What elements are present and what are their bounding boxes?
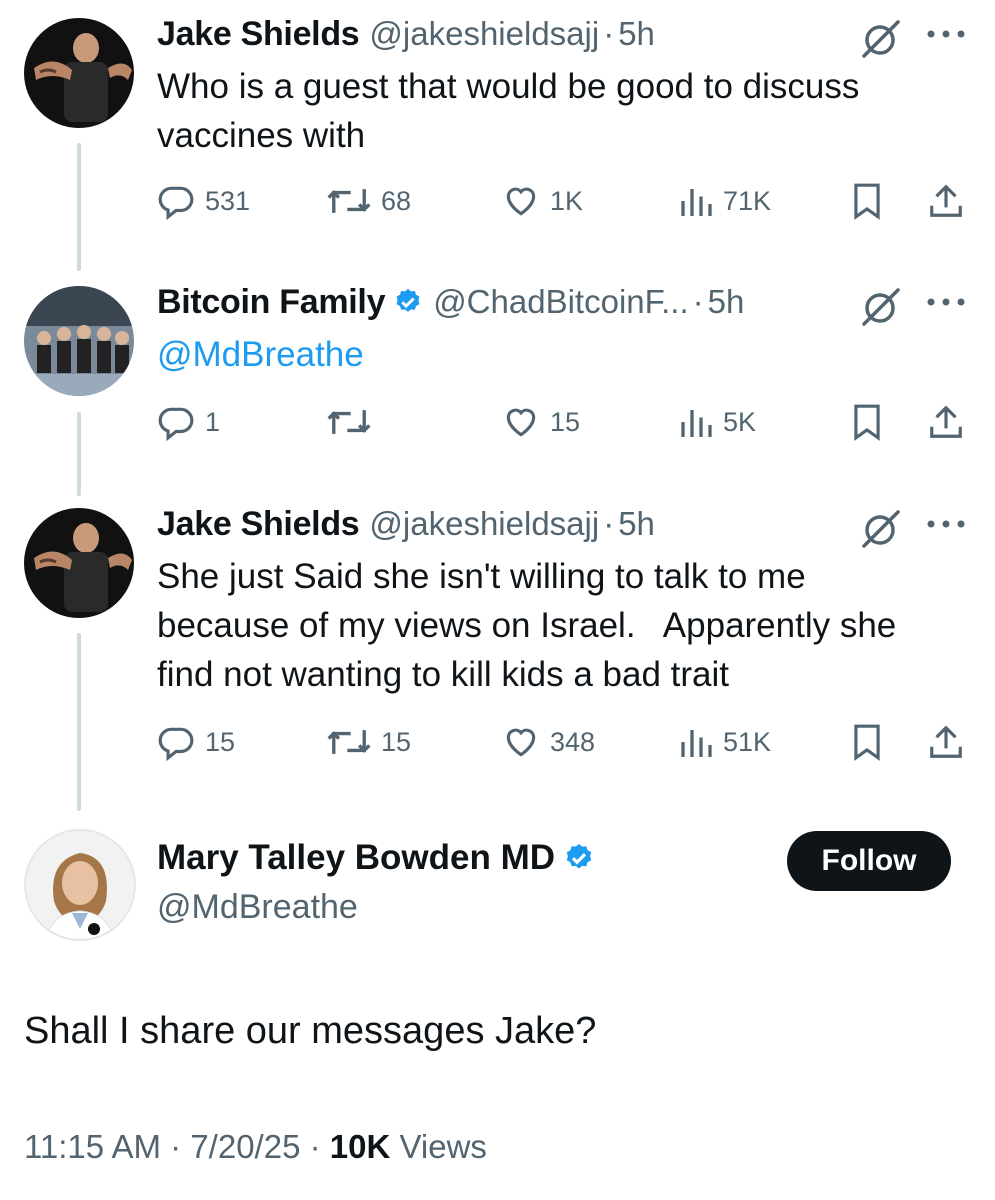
share-button[interactable] [927, 719, 965, 765]
author-handle[interactable]: @MdBreathe [157, 888, 358, 927]
tweet-text: Who is a guest that would be good to dis… [157, 67, 860, 155]
tweet-date[interactable]: 7/20/25 [190, 1128, 300, 1165]
mention-link[interactable]: @MdBreathe [157, 335, 364, 374]
reply-button[interactable]: 1 [157, 399, 220, 445]
share-button[interactable] [927, 399, 965, 445]
views-label: Views [399, 1128, 487, 1165]
views-button[interactable]: 71K [677, 178, 771, 224]
views-button[interactable]: 51K [677, 719, 771, 765]
separator: · [692, 283, 704, 320]
share-button[interactable] [927, 178, 965, 224]
author-handle[interactable]: @ChadBitcoinF... [433, 283, 688, 321]
reply-icon [158, 407, 194, 441]
bookmark-button[interactable] [850, 178, 884, 224]
reply-button[interactable]: 15 [157, 719, 235, 765]
reply-count: 15 [205, 726, 236, 757]
author-name-text[interactable]: Mary Talley Bowden MD [157, 838, 555, 878]
like-icon [506, 408, 536, 437]
like-button[interactable]: 15 [502, 399, 580, 445]
more-icon[interactable] [920, 16, 972, 52]
views-count: 51K [723, 726, 772, 757]
author-name[interactable]: Jake Shields [157, 505, 360, 544]
more-icon[interactable] [920, 506, 972, 542]
repost-button[interactable]: 68 [327, 178, 411, 224]
action-bar: 531 68 1K 71K [157, 178, 972, 224]
grok-icon[interactable] [858, 20, 902, 58]
bookmark-icon [854, 404, 880, 441]
verified-icon [566, 844, 592, 869]
like-icon [506, 187, 536, 216]
author-handle[interactable]: @jakeshieldsajj [369, 505, 599, 543]
repost-count: 15 [381, 726, 412, 757]
views-icon [681, 189, 712, 216]
like-count: 348 [550, 726, 596, 757]
tweet-time[interactable]: 11:15 AM [24, 1128, 161, 1165]
avatar[interactable] [24, 286, 134, 396]
views-button[interactable]: 5K [677, 399, 756, 445]
tweet-header: Jake Shields @jakeshieldsajj · 5h [157, 504, 655, 544]
share-icon [930, 725, 962, 758]
views-icon [681, 410, 712, 437]
tweet-text: She just Said she isn't willing to talk … [157, 557, 907, 694]
tweet-meta: 11:15 AM · 7/20/25 · 10K Views [24, 1128, 487, 1166]
grok-icon[interactable] [858, 288, 902, 326]
views-count[interactable]: 10K [330, 1128, 391, 1165]
reply-count: 531 [205, 185, 251, 216]
reply-icon [158, 186, 194, 220]
tweet-text: @MdBreathe [157, 330, 957, 379]
like-count: 1K [550, 185, 584, 216]
author-handle[interactable]: @jakeshieldsajj [369, 15, 599, 53]
author-name[interactable]: Bitcoin Family [157, 283, 385, 322]
like-button[interactable]: 348 [502, 719, 595, 765]
thread-tweet[interactable]: Bitcoin Family @ChadBitcoinF... · 5h @Md… [0, 282, 995, 462]
views-count: 5K [723, 406, 757, 437]
separator: · [603, 505, 615, 542]
views-count: 71K [723, 185, 772, 216]
timestamp[interactable]: 5h [708, 283, 745, 321]
thread-tweet[interactable]: Jake Shields @jakeshieldsajj · 5h She ju… [0, 504, 995, 784]
repost-icon [327, 410, 371, 434]
like-button[interactable]: 1K [502, 178, 583, 224]
more-icon[interactable] [920, 284, 972, 320]
timestamp[interactable]: 5h [618, 15, 655, 53]
grok-icon[interactable] [858, 510, 902, 548]
like-count: 15 [550, 406, 581, 437]
repost-button[interactable] [327, 399, 381, 445]
tweet-text: Shall I share our messages Jake? [24, 1010, 597, 1052]
action-bar: 15 15 348 51K [157, 719, 972, 765]
reply-button[interactable]: 531 [157, 178, 250, 224]
repost-count: 68 [381, 185, 412, 216]
reply-count: 1 [205, 406, 221, 437]
avatar[interactable] [24, 18, 134, 128]
share-icon [930, 184, 962, 217]
separator: · [309, 1128, 321, 1165]
reply-icon [158, 727, 194, 761]
repost-icon [327, 189, 371, 213]
author-name[interactable]: Jake Shields [157, 15, 360, 54]
bookmark-button[interactable] [850, 399, 884, 445]
bookmark-icon [854, 183, 880, 220]
avatar[interactable] [24, 508, 134, 618]
bookmark-icon [854, 724, 880, 761]
verified-icon [396, 288, 420, 312]
separator: · [603, 15, 615, 52]
share-icon [930, 405, 962, 438]
tweet-header: Jake Shields @jakeshieldsajj · 5h [157, 14, 655, 54]
separator: · [170, 1128, 182, 1165]
repost-icon [327, 730, 371, 754]
action-bar: 1 15 5K [157, 399, 972, 445]
repost-button[interactable]: 15 [327, 719, 411, 765]
avatar[interactable] [24, 829, 136, 941]
views-icon [681, 730, 712, 757]
author-name[interactable]: Mary Talley Bowden MD [157, 838, 595, 878]
tweet-header: Bitcoin Family @ChadBitcoinF... · 5h [157, 282, 744, 322]
follow-button[interactable]: Follow [787, 831, 951, 891]
thread-tweet[interactable]: Jake Shields @jakeshieldsajj · 5h Who is… [0, 14, 995, 234]
timestamp[interactable]: 5h [618, 505, 655, 543]
bookmark-button[interactable] [850, 719, 884, 765]
like-icon [506, 728, 536, 757]
